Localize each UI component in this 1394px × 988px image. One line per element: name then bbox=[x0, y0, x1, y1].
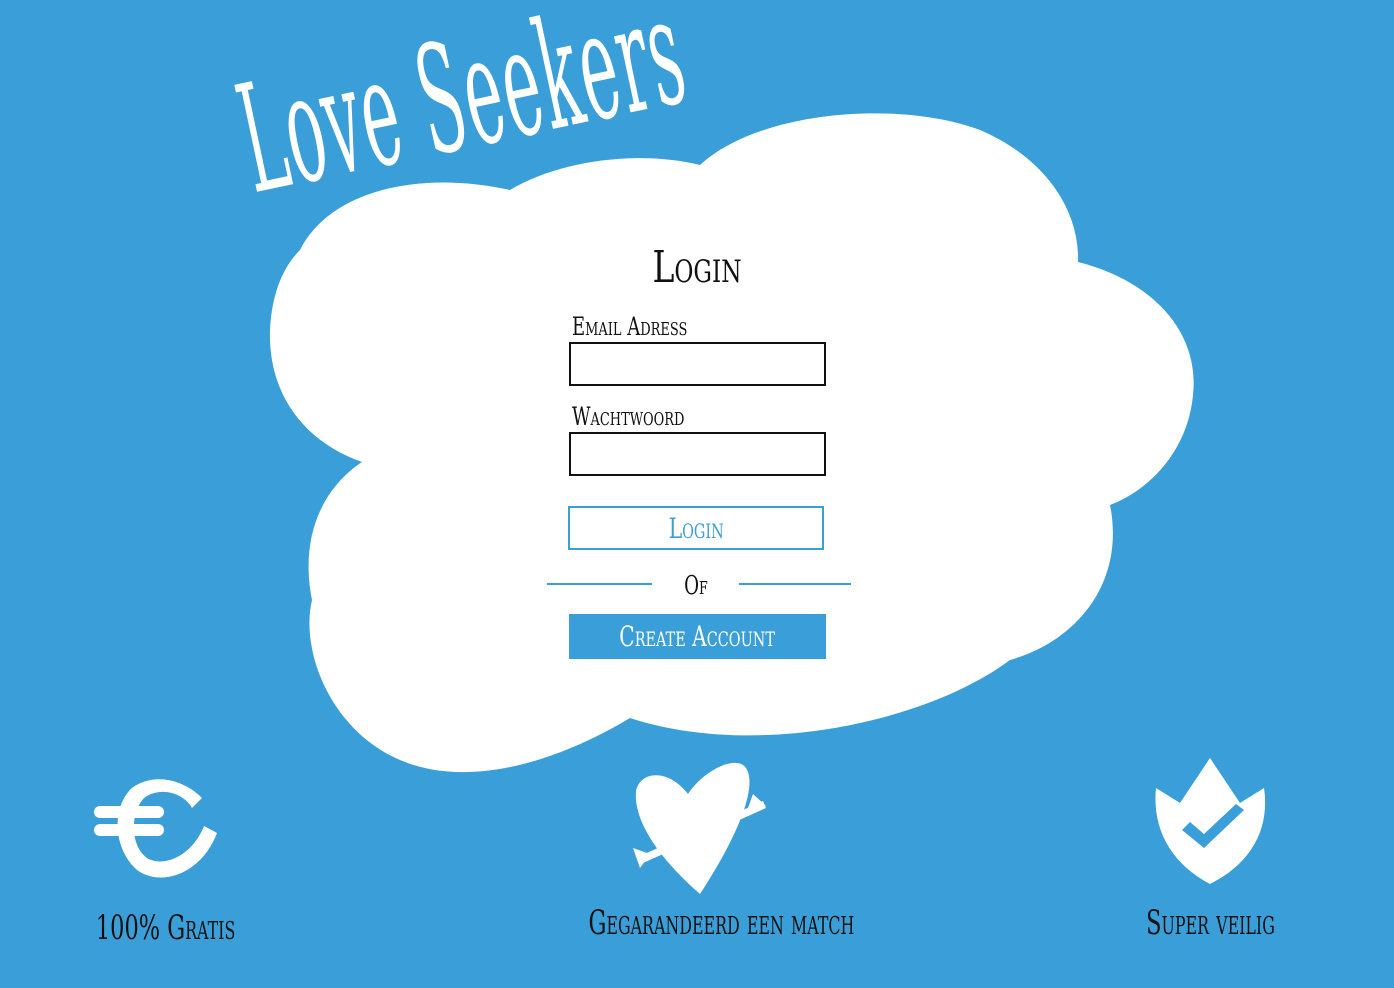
feature-label-match: Gegarandeerd een match bbox=[588, 903, 855, 943]
email-field[interactable] bbox=[569, 342, 826, 386]
login-title: Login bbox=[652, 242, 742, 293]
divider-line-right bbox=[739, 583, 851, 585]
heart-arrow-icon bbox=[633, 762, 766, 894]
login-button-label: Login bbox=[668, 511, 724, 545]
login-button[interactable]: Login bbox=[568, 506, 824, 550]
email-label: Email Adress bbox=[572, 312, 688, 341]
feature-label-gratis: 100% Gratis bbox=[95, 908, 236, 948]
password-label: Wachtwoord bbox=[572, 402, 685, 431]
divider-text: Of bbox=[684, 571, 708, 601]
euro-icon bbox=[94, 779, 217, 878]
create-account-button-label: Create Account bbox=[619, 620, 776, 653]
password-field[interactable] bbox=[569, 432, 826, 476]
feature-label-veilig: Super veilig bbox=[1145, 903, 1275, 943]
divider-line-left bbox=[547, 583, 652, 585]
create-account-button[interactable]: Create Account bbox=[569, 614, 826, 659]
shield-check-icon bbox=[1155, 758, 1266, 884]
